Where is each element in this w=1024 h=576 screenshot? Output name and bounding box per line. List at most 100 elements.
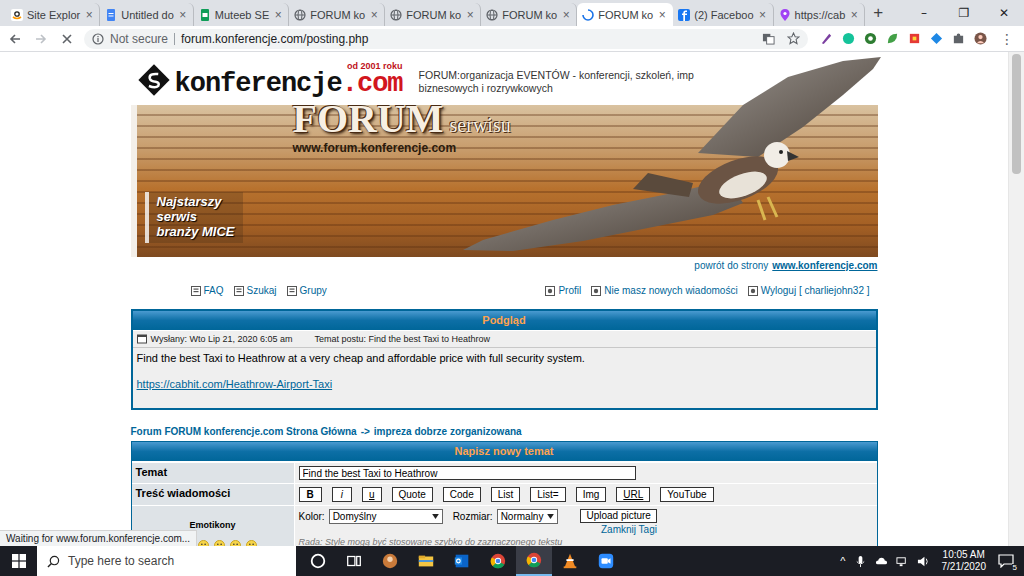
grammarly-icon[interactable] xyxy=(842,32,855,45)
smiley-icon[interactable] xyxy=(230,540,241,546)
tab-close-button[interactable]: × xyxy=(178,9,188,21)
nav-link[interactable]: FAQ xyxy=(191,285,224,296)
window-control-button[interactable]: ❐ xyxy=(944,0,984,26)
cortana-icon[interactable] xyxy=(300,552,336,570)
page-viewport: od 2001 rokukonferencje.comFORUM:organiz… xyxy=(0,52,1024,546)
zoom-icon[interactable] xyxy=(588,552,624,570)
back-link[interactable]: www.konferencje.com xyxy=(772,260,877,271)
browser-tab[interactable]: FORUM ko× xyxy=(385,3,481,26)
nav-link[interactable]: Szukaj xyxy=(234,285,277,296)
color-select[interactable]: Domyślny xyxy=(329,509,443,524)
logo-icon[interactable] xyxy=(137,63,171,97)
gem-extension-icon[interactable] xyxy=(930,32,943,45)
stop-loading-icon[interactable] xyxy=(60,32,74,46)
tag-button[interactable]: List xyxy=(491,487,521,502)
tag-button[interactable]: i xyxy=(332,487,352,502)
seo-extension-icon[interactable] xyxy=(864,32,877,45)
windows-start-icon[interactable] xyxy=(12,554,26,568)
window-control-button[interactable]: – xyxy=(904,0,944,26)
tab-close-button[interactable]: × xyxy=(369,9,379,21)
browser-tab[interactable]: FORUM ko× xyxy=(577,3,673,26)
close-tags-link[interactable]: Zamknij Tagi xyxy=(601,524,657,535)
tab-close-button[interactable]: × xyxy=(657,9,667,21)
active-app-slot[interactable] xyxy=(516,546,552,576)
network-icon[interactable] xyxy=(896,555,909,568)
sheets-icon xyxy=(199,9,211,21)
vlc-icon[interactable] xyxy=(552,552,588,570)
smiley-icon[interactable] xyxy=(214,540,225,546)
address-bar[interactable]: Not secure forum.konferencje.com/posting.… xyxy=(84,29,808,49)
browser-tab[interactable]: FORUM ko× xyxy=(481,3,577,26)
breadcrumb-forum[interactable]: impreza dobrze zorganizowana xyxy=(374,426,522,437)
nav-link[interactable]: Nie masz nowych wiadomości xyxy=(591,285,737,296)
smiley-icon[interactable] xyxy=(198,540,209,546)
size-select[interactable]: Normalny xyxy=(497,509,559,524)
browser-tab[interactable]: FORUM ko× xyxy=(289,3,385,26)
microphone-icon[interactable] xyxy=(854,555,867,568)
post-body: Find the best Taxi to Heathrow at a very… xyxy=(133,348,876,408)
leaf-extension-icon[interactable] xyxy=(886,32,899,45)
breadcrumb-home[interactable]: Forum FORUM konferencje.com Strona Główn… xyxy=(131,426,357,437)
post-link[interactable]: https://cabhit.com/Heathrow-Airport-Taxi xyxy=(137,378,333,390)
new-tab-button[interactable]: + xyxy=(865,0,891,26)
cube-extension-icon[interactable] xyxy=(908,32,921,45)
map-pin-icon xyxy=(779,9,791,21)
tab-close-button[interactable]: × xyxy=(84,9,94,21)
browser-tab[interactable]: Muteeb SE× xyxy=(194,3,289,26)
translate-icon[interactable] xyxy=(762,32,775,45)
scrollbar[interactable] xyxy=(1008,52,1024,546)
browser-tab[interactable]: (2) Faceboo× xyxy=(673,3,773,26)
browser-tab[interactable]: https://cab× xyxy=(774,3,866,26)
nav-link[interactable]: Grupy xyxy=(287,285,327,296)
volume-icon[interactable] xyxy=(917,555,930,568)
person-app-icon[interactable] xyxy=(372,552,408,570)
chrome-icon[interactable] xyxy=(480,552,516,570)
subject-input[interactable] xyxy=(299,466,636,480)
nav-link[interactable]: Wyloguj [ charliejohn32 ] xyxy=(748,285,870,296)
browser-menu-button[interactable]: ⋮ xyxy=(996,31,1018,47)
cloud-icon[interactable] xyxy=(875,555,888,568)
tag-button[interactable]: Img xyxy=(576,487,607,502)
tag-button[interactable]: List= xyxy=(530,487,565,502)
tab-close-button[interactable]: × xyxy=(561,9,571,21)
tag-button[interactable]: Quote xyxy=(392,487,433,502)
clock-time: 10:05 AM xyxy=(943,549,985,561)
window-control-button[interactable]: ✕ xyxy=(984,0,1024,26)
browser-tab[interactable]: Untitled do× xyxy=(100,3,194,26)
file-explorer-icon[interactable] xyxy=(408,552,444,570)
forward-arrow-icon[interactable] xyxy=(34,32,48,46)
puzzle-icon[interactable] xyxy=(952,32,965,45)
pen-extension-icon[interactable] xyxy=(820,32,833,45)
tag-button[interactable]: YouTube xyxy=(660,487,713,502)
security-label[interactable]: Not secure xyxy=(110,32,168,46)
nav-link[interactable]: Profil xyxy=(545,285,581,296)
tray-expand-button[interactable]: ^ xyxy=(840,555,845,567)
nav-left: FAQ Szukaj Grupy xyxy=(131,285,327,296)
tag-button[interactable]: B xyxy=(299,487,322,502)
tab-close-button[interactable]: × xyxy=(273,9,283,21)
chrome-icon[interactable] xyxy=(516,551,552,569)
tab-close-button[interactable]: × xyxy=(465,9,475,21)
tag-button[interactable]: Code xyxy=(443,487,481,502)
tab-close-button[interactable]: × xyxy=(849,9,859,21)
globe-icon xyxy=(486,9,498,21)
profile-avatar-icon[interactable] xyxy=(974,32,987,45)
format-options: Kolor:DomyślnyRozmiar:NormalnyUpload pic… xyxy=(299,509,873,535)
clock[interactable]: 10:05 AM7/21/2020 xyxy=(942,549,987,573)
back-arrow-icon[interactable] xyxy=(8,32,22,46)
smiley-icon[interactable] xyxy=(246,540,257,546)
scrollbar-thumb[interactable] xyxy=(1012,54,1021,174)
tag-button[interactable]: u xyxy=(362,487,382,502)
tag-button[interactable]: URL xyxy=(616,487,650,502)
upload-picture-button[interactable]: Upload picture xyxy=(580,509,656,523)
star-icon[interactable] xyxy=(787,32,800,45)
browser-tab[interactable]: Site Explor× xyxy=(6,3,100,26)
url-text[interactable]: forum.konferencje.com/posting.php xyxy=(181,32,368,46)
site-logo[interactable]: od 2001 rokukonferencje.com xyxy=(175,62,403,98)
tab-close-button[interactable]: × xyxy=(758,9,768,21)
outlook-icon[interactable] xyxy=(444,552,480,570)
info-icon[interactable] xyxy=(92,33,104,45)
notification-button[interactable]: 5 xyxy=(994,550,1018,572)
taskbar-search[interactable]: Type here to search xyxy=(37,546,296,576)
task-view-icon[interactable] xyxy=(336,552,372,570)
